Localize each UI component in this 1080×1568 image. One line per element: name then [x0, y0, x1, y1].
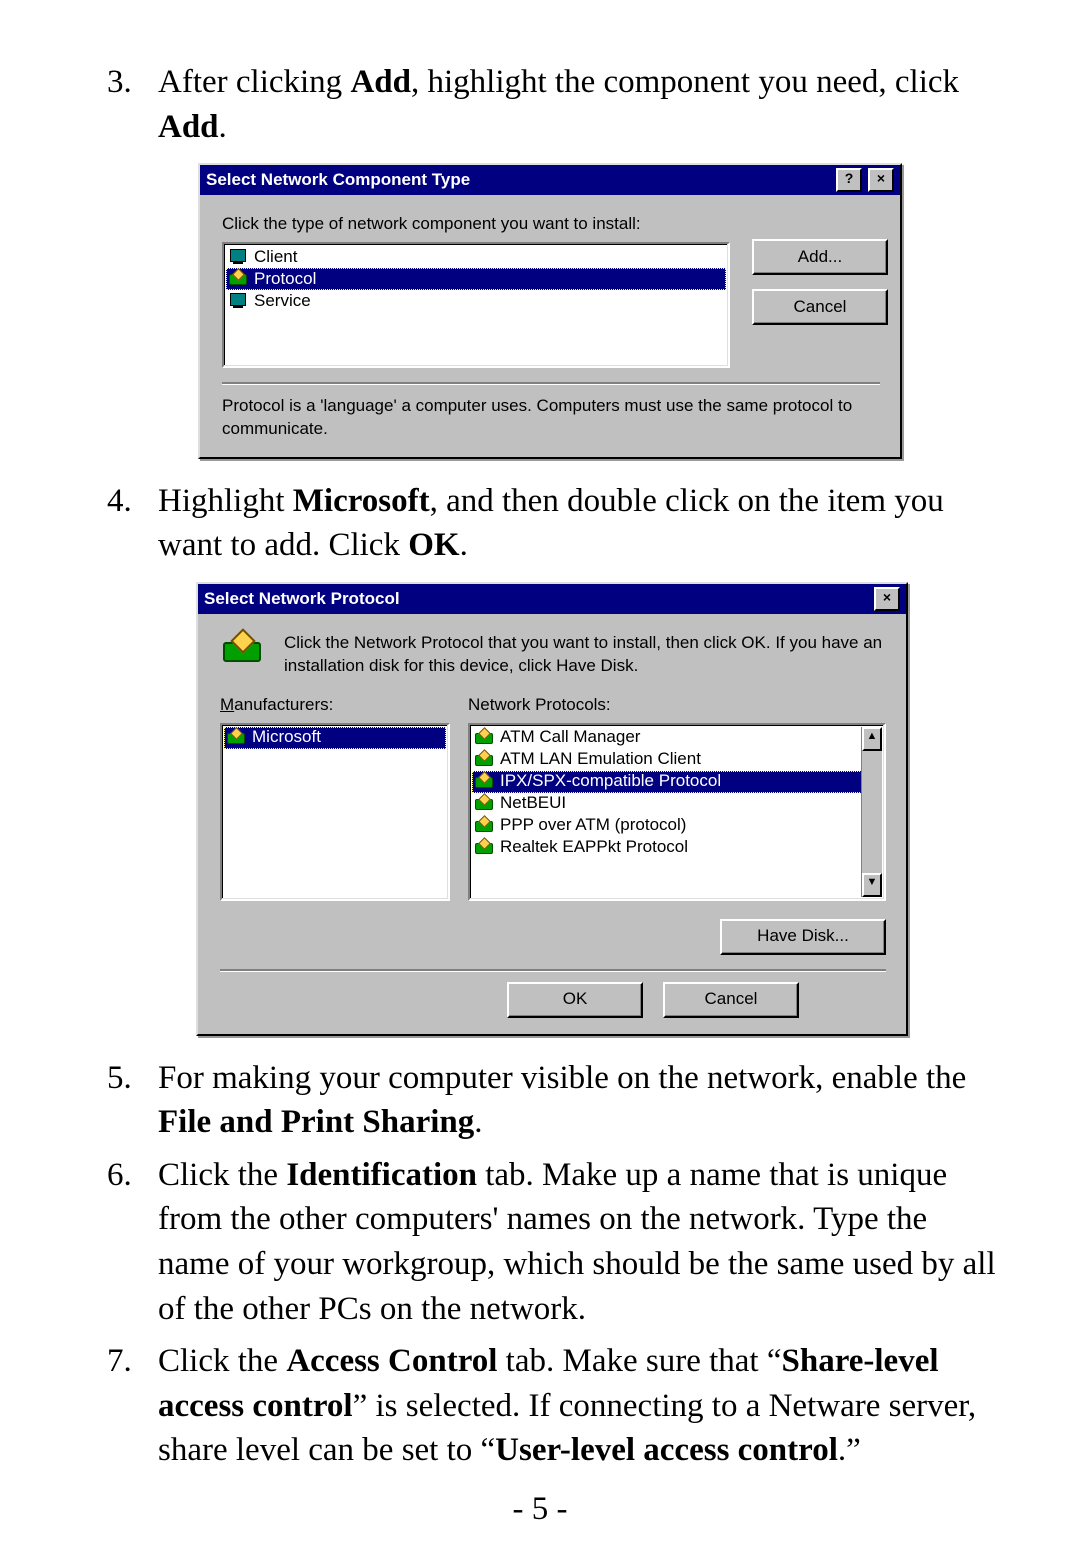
protocol-icon [474, 751, 494, 769]
list-item-protocol[interactable]: NetBEUI [472, 793, 862, 815]
list-item-protocol[interactable]: ATM Call Manager [472, 727, 862, 749]
list-item-label: NetBEUI [500, 792, 566, 815]
list-item-protocol[interactable]: PPP over ATM (protocol) [472, 815, 862, 837]
dialog2-intro: Click the Network Protocol that you want… [284, 632, 886, 678]
dialog-select-network-protocol: Select Network Protocol × Click the Netw… [196, 582, 908, 1036]
step6-bold1: Identification [286, 1157, 477, 1193]
step5-text2: . [474, 1104, 482, 1140]
step-6: Click the Identification tab. Make up a … [140, 1153, 1000, 1331]
list-item-protocol[interactable]: Protocol [226, 268, 726, 290]
list-item-label: Service [254, 290, 311, 313]
list-item-protocol[interactable]: Realtek EAPPkt Protocol [472, 837, 862, 859]
ok-button[interactable]: OK [507, 982, 643, 1018]
scrollbar[interactable]: ▲ ▼ [861, 727, 882, 897]
page-number: - 5 - [80, 1491, 1000, 1528]
instruction-list: After clicking Add, highlight the compon… [140, 60, 1000, 1473]
step5-text1: For making your computer visible on the … [158, 1060, 966, 1096]
step3-bold1: Add [350, 64, 411, 100]
component-type-list[interactable]: Client Protocol Service [222, 242, 730, 368]
step3-text3: . [219, 109, 227, 145]
dialog-select-network-component-type: Select Network Component Type ? × Click … [198, 163, 902, 459]
step3-text1: After clicking [158, 64, 350, 100]
list-item-label: Realtek EAPPkt Protocol [500, 836, 688, 859]
step7-text4: .” [838, 1432, 861, 1468]
list-item-protocol[interactable]: ATM LAN Emulation Client [472, 749, 862, 771]
step3-text2: , highlight the component you need, clic… [411, 64, 959, 100]
list-item-label: Microsoft [252, 726, 321, 749]
add-button[interactable]: Add... [752, 239, 888, 275]
protocol-icon [220, 632, 264, 666]
list-item-label: Protocol [254, 268, 316, 291]
protocols-list[interactable]: ATM Call Manager ATM LAN Emulation Clien… [468, 723, 886, 901]
protocol-icon [474, 839, 494, 857]
list-item-manufacturer[interactable]: Microsoft [224, 727, 446, 749]
dialog1-prompt: Click the type of network component you … [222, 213, 730, 236]
manufacturers-label: Manufacturers: [220, 694, 450, 717]
dialog2-titlebar: Select Network Protocol × [198, 584, 906, 614]
protocol-icon [474, 817, 494, 835]
protocol-icon [474, 795, 494, 813]
step7-bold1: Access Control [286, 1343, 497, 1379]
list-item-label: PPP over ATM (protocol) [500, 814, 686, 837]
list-item-label: ATM Call Manager [500, 726, 640, 749]
step3-bold2: Add [158, 109, 219, 145]
step4-text3: . [460, 527, 468, 563]
list-item-label: ATM LAN Emulation Client [500, 748, 701, 771]
dialog1-description: Protocol is a 'language' a computer uses… [222, 395, 880, 441]
step-5: For making your computer visible on the … [140, 1056, 1000, 1145]
have-disk-button[interactable]: Have Disk... [720, 919, 886, 955]
help-button[interactable]: ? [836, 168, 862, 192]
step-7: Click the Access Control tab. Make sure … [140, 1339, 1000, 1473]
protocol-icon [228, 270, 248, 288]
list-item-service[interactable]: Service [226, 290, 726, 312]
step4-bold2: OK [408, 527, 459, 563]
cancel-button[interactable]: Cancel [752, 289, 888, 325]
service-icon [228, 292, 248, 310]
dialog1-title: Select Network Component Type [206, 169, 830, 192]
separator [222, 382, 880, 385]
step7-text1: Click the [158, 1343, 286, 1379]
close-button[interactable]: × [868, 168, 894, 192]
dialog2-title: Select Network Protocol [204, 588, 868, 611]
protocol-icon [474, 729, 494, 747]
dialog1-titlebar: Select Network Component Type ? × [200, 165, 900, 195]
scroll-up-icon[interactable]: ▲ [862, 727, 882, 751]
step7-text2: tab. Make sure that “ [497, 1343, 781, 1379]
step4-text1: Highlight [158, 483, 293, 519]
protocol-icon [226, 729, 246, 747]
step6-text1: Click the [158, 1157, 286, 1193]
scroll-down-icon[interactable]: ▼ [862, 873, 882, 897]
step-4: Highlight Microsoft, and then double cli… [140, 479, 1000, 1036]
protocols-label: Network Protocols: [468, 694, 886, 717]
step5-bold1: File and Print Sharing [158, 1104, 474, 1140]
list-item-client[interactable]: Client [226, 246, 726, 268]
client-icon [228, 248, 248, 266]
list-item-label: Client [254, 246, 297, 269]
list-item-protocol[interactable]: IPX/SPX-compatible Protocol [472, 771, 862, 793]
document-page: After clicking Add, highlight the compon… [0, 0, 1080, 1568]
step-3: After clicking Add, highlight the compon… [140, 60, 1000, 459]
separator [220, 969, 886, 972]
step7-bold3: User-level access control [495, 1432, 838, 1468]
protocol-icon [474, 773, 494, 791]
step4-bold1: Microsoft [293, 483, 430, 519]
list-item-label: IPX/SPX-compatible Protocol [500, 770, 721, 793]
cancel-button[interactable]: Cancel [663, 982, 799, 1018]
manufacturers-list[interactable]: Microsoft [220, 723, 450, 901]
close-button[interactable]: × [874, 587, 900, 611]
